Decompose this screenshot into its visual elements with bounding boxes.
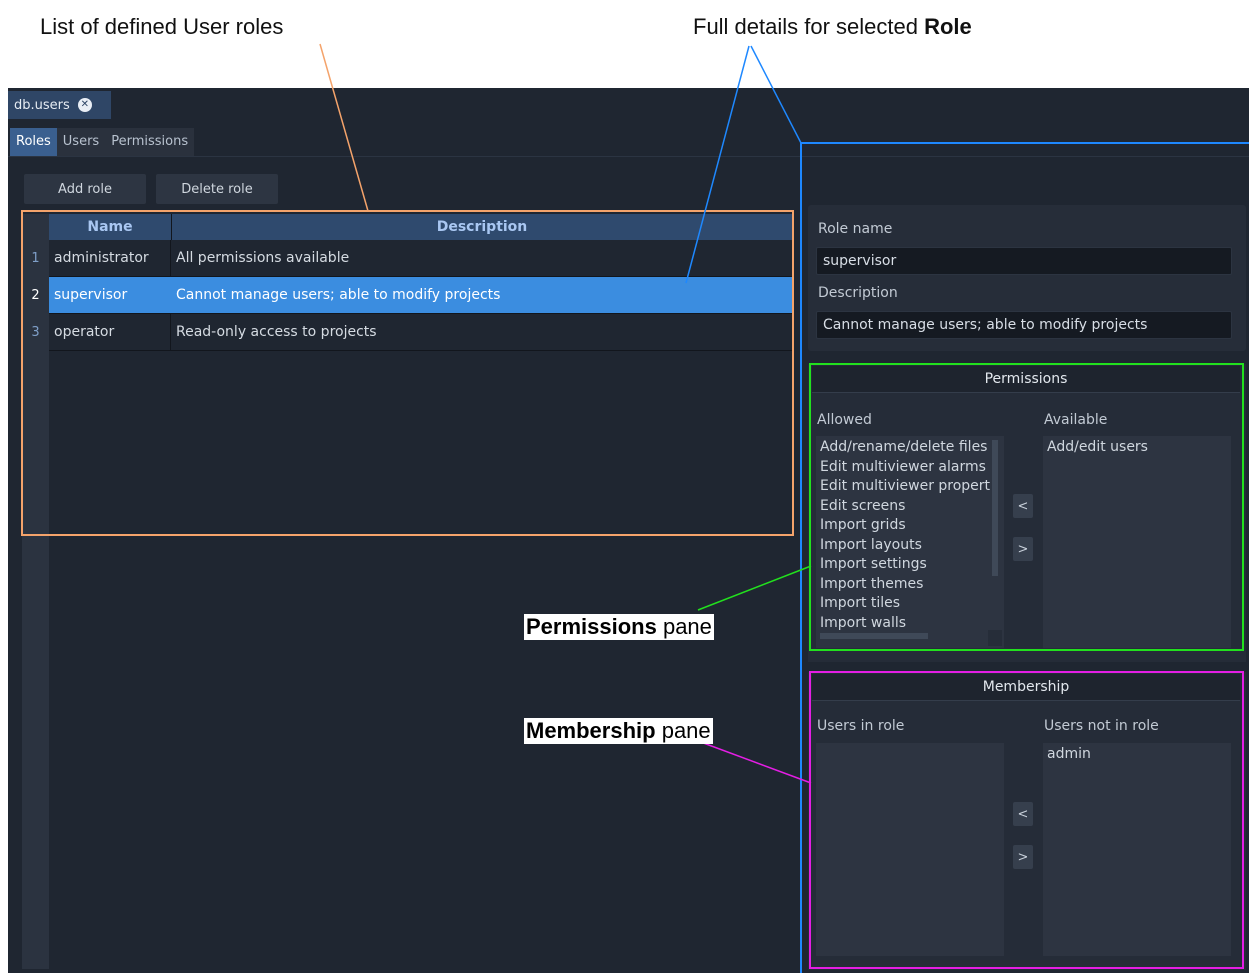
annotation-overlay [21, 43, 1249, 973]
permissions-highlight-box [809, 363, 1244, 651]
details-highlight-frame [800, 142, 1249, 973]
membership-pane-tag: Membership pane [524, 718, 713, 744]
details-leader-line-right [750, 45, 802, 144]
membership-tag-bold: Membership [526, 718, 656, 743]
permissions-tag-text: pane [656, 614, 712, 639]
list-highlight-box [21, 210, 794, 536]
permissions-pane-tag: Permissions pane [524, 614, 714, 640]
membership-highlight-box [809, 671, 1244, 969]
membership-tag-text: pane [655, 718, 711, 743]
membership-leader-line [697, 740, 812, 784]
permissions-tag-bold: Permissions [526, 614, 657, 639]
list-leader-line [319, 43, 369, 212]
permissions-leader-line [697, 565, 812, 611]
details-leader-line-left [685, 45, 750, 284]
